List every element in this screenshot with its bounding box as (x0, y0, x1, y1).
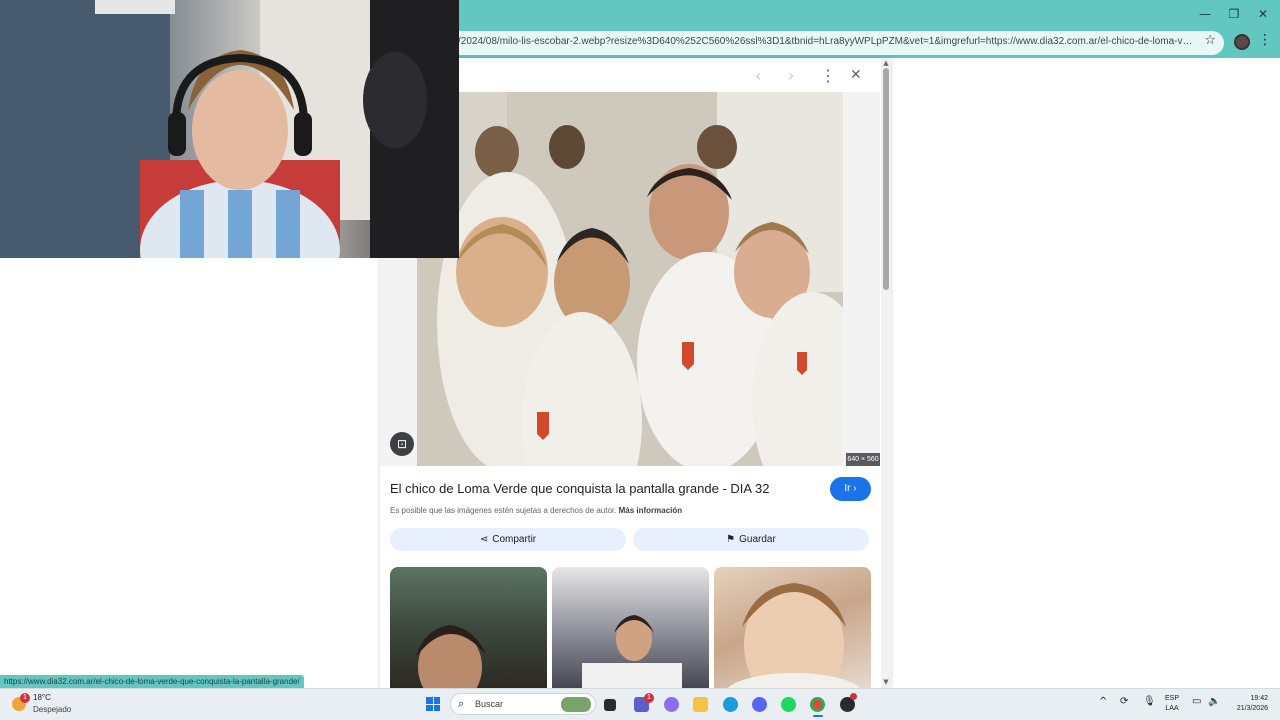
address-bar[interactable]: /2024/08/milo-lis-escobar-2.webp?resize%… (440, 31, 1224, 55)
profile-avatar[interactable] (1234, 34, 1250, 50)
next-image-icon[interactable]: › (788, 66, 794, 85)
related-image-thumbnail[interactable] (714, 567, 871, 697)
more-info-link[interactable]: Más información (619, 506, 683, 515)
spotify-icon[interactable] (781, 697, 796, 712)
chrome-icon[interactable] (810, 697, 825, 712)
language-code: ESP (1165, 695, 1180, 702)
main-preview-image[interactable] (417, 92, 843, 466)
task-view-icon[interactable] (604, 699, 616, 711)
keyboard-layout: LAA (1165, 705, 1179, 712)
obs-notification-dot (850, 693, 857, 700)
volume-icon[interactable]: 🔈 (1208, 696, 1220, 707)
active-app-indicator (813, 715, 823, 717)
share-button[interactable]: ⋖ Compartir (390, 528, 626, 551)
system-clock[interactable]: 19:42 21/3/2026 (1228, 694, 1268, 714)
keyboard-language-indicator[interactable]: ESP LAA (1165, 694, 1179, 714)
related-image-thumbnail[interactable] (552, 567, 709, 697)
clock-time: 19:42 (1250, 695, 1268, 702)
copilot-icon[interactable] (664, 697, 679, 712)
save-button-label: Guardar (739, 534, 776, 545)
copyright-notice: Es posible que las imágenes estén sujeta… (390, 506, 682, 515)
related-image-thumbnail[interactable] (390, 567, 547, 697)
more-options-icon[interactable]: ⋮ (820, 66, 836, 85)
image-source-title[interactable]: El chico de Loma Verde que conquista la … (390, 481, 769, 496)
panel-scrollbar-thumb[interactable] (883, 68, 889, 290)
children-photo-illustration (417, 92, 843, 466)
address-bar-url[interactable]: /2024/08/milo-lis-escobar-2.webp?resize%… (458, 36, 1193, 47)
display-icon[interactable]: ▭ (1192, 696, 1201, 707)
related-image-3-illustration (724, 583, 864, 697)
related-image-1-illustration (416, 625, 486, 697)
scroll-up-arrow-icon[interactable]: ▲ (882, 59, 890, 67)
maximize-button[interactable]: ❐ (1219, 4, 1249, 24)
teams-notification-badge: 1 (644, 693, 654, 703)
weather-notification-badge: 1 (20, 693, 30, 703)
webcam-scene-illustration (0, 0, 459, 258)
edge-browser-icon[interactable] (723, 697, 738, 712)
search-icon: ⌕ (458, 697, 465, 710)
copyright-text: Es posible que las imágenes estén sujeta… (390, 506, 617, 515)
hover-link-status: https://www.dia32.com.ar/el-chico-de-lom… (0, 675, 304, 688)
visit-button[interactable]: Ir › (830, 477, 871, 501)
close-window-button[interactable]: ✕ (1248, 4, 1278, 24)
search-highlight-icon (561, 697, 591, 712)
clock-date: 21/3/2026 (1236, 705, 1268, 712)
previous-image-icon[interactable]: ‹ (755, 66, 761, 85)
microphone-icon[interactable]: 🎙 (1143, 696, 1156, 707)
tray-overflow-chevron-icon[interactable]: ^ (1099, 696, 1107, 707)
weather-temperature[interactable]: 18°C (33, 693, 51, 702)
share-icon: ⋖ (479, 534, 489, 545)
close-viewer-icon[interactable]: ✕ (850, 67, 862, 83)
visual-search-lens-button[interactable]: ⊡ (390, 432, 414, 456)
minimize-button[interactable]: — (1190, 4, 1220, 24)
sync-icon[interactable]: ⟳ (1120, 696, 1128, 707)
windows-start-icon[interactable] (426, 697, 440, 711)
webcam-overlay (0, 0, 459, 258)
bookmark-icon: ⚑ (726, 534, 736, 545)
scroll-down-arrow-icon[interactable]: ▼ (882, 678, 890, 686)
discord-icon[interactable] (752, 697, 767, 712)
browser-menu-icon[interactable]: ⋮ (1258, 32, 1272, 48)
weather-condition[interactable]: Despejado (33, 705, 71, 714)
bookmark-star-icon[interactable]: ☆ (1204, 33, 1216, 48)
share-button-label: Compartir (492, 534, 537, 545)
related-image-2-illustration (582, 615, 682, 697)
save-button[interactable]: ⚑ Guardar (633, 528, 869, 551)
file-explorer-icon[interactable] (693, 697, 708, 712)
taskbar-search-label: Buscar (475, 699, 504, 709)
image-dimensions-label: 640 × 560 (846, 453, 880, 466)
taskbar-search-box[interactable]: ⌕ Buscar (450, 693, 596, 715)
